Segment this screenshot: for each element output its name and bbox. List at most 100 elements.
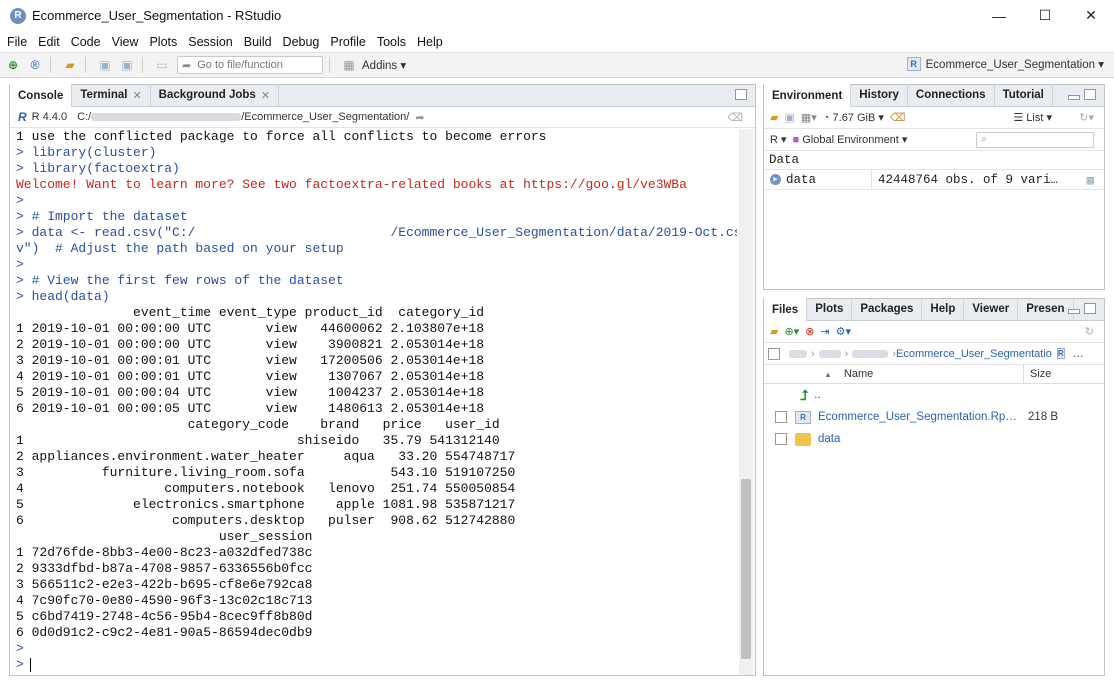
menu-build[interactable]: Build xyxy=(240,35,276,49)
addins-menu[interactable]: Addins ▾ xyxy=(362,58,406,72)
tab-console[interactable]: Console xyxy=(10,84,73,107)
file-size: 218 B xyxy=(1028,411,1059,423)
clear-objects-icon[interactable]: ⌫ xyxy=(890,111,906,124)
console-line: 5 electronics.smartphone apple 1081.98 5… xyxy=(16,497,516,512)
maximize-button[interactable]: ☐ xyxy=(1022,0,1068,31)
path-suffix: /Ecommerce_User_Segmentation/ xyxy=(241,111,410,123)
files-pane: Files Plots Packages Help Viewer Presen … xyxy=(763,298,1105,676)
select-all-checkbox[interactable] xyxy=(768,347,780,360)
env-var-name: data xyxy=(786,172,817,187)
working-directory[interactable]: C:/ /Ecommerce_User_Segmentation/ xyxy=(77,111,409,123)
goto-file-input[interactable]: ➦ Go to file/function xyxy=(177,56,323,74)
menu-debug[interactable]: Debug xyxy=(279,35,324,49)
save-icon[interactable]: ▣ xyxy=(96,56,114,74)
menu-plots[interactable]: Plots xyxy=(145,35,181,49)
restore-pane-icon[interactable] xyxy=(735,89,747,100)
load-workspace-icon[interactable]: ▰ xyxy=(770,111,778,124)
more-icon[interactable]: … xyxy=(1073,348,1084,360)
close-button[interactable]: ✕ xyxy=(1068,0,1114,31)
parent-directory-row[interactable]: ⮥ .. xyxy=(764,384,1104,406)
new-file-icon[interactable]: ⊕ xyxy=(4,56,22,74)
console-line: 1 shiseido 35.79 541312140 xyxy=(16,433,500,448)
console-line: Welcome! Want to learn more? See two fac… xyxy=(16,177,687,192)
tab-files[interactable]: Files xyxy=(764,298,808,321)
files-tabbar: Files Plots Packages Help Viewer Presen xyxy=(764,298,1104,321)
save-all-icon[interactable]: ▣ xyxy=(118,56,136,74)
folder-name[interactable]: data xyxy=(818,433,840,445)
file-checkbox[interactable] xyxy=(775,411,787,423)
list-view-menu[interactable]: ☰ List ▾ xyxy=(1013,111,1052,124)
breadcrumb-current[interactable]: Ecommerce_User_Segmentatio xyxy=(896,348,1052,360)
refresh-icon[interactable]: ↻ xyxy=(1085,325,1094,338)
maximize-pane-icon[interactable] xyxy=(1084,303,1096,314)
memory-pie-icon: ◔ xyxy=(822,112,830,124)
open-folder-icon[interactable]: ▰ xyxy=(61,56,79,74)
rename-icon[interactable]: ⇥ xyxy=(820,325,829,338)
maximize-pane-icon[interactable] xyxy=(1084,89,1096,100)
menu-file[interactable]: File xyxy=(3,35,31,49)
new-blank-file-icon[interactable]: ⊕▾ xyxy=(784,325,799,338)
redacted-crumb xyxy=(818,349,841,358)
folder-row[interactable]: data xyxy=(764,428,1104,450)
project-menu[interactable]: R Ecommerce_User_Segmentation ▾ xyxy=(906,57,1104,71)
menu-profile[interactable]: Profile xyxy=(326,35,369,49)
grid-layout-icon[interactable]: ▦ xyxy=(340,56,358,74)
menu-view[interactable]: View xyxy=(108,35,143,49)
clear-console-icon[interactable]: ⌫ xyxy=(727,111,743,124)
file-name[interactable]: Ecommerce_User_Segmentation.Rp… xyxy=(818,411,1017,423)
column-name[interactable]: Name xyxy=(844,368,873,380)
print-icon[interactable]: ▭ xyxy=(153,56,171,74)
import-dataset-icon[interactable]: ▦▾ xyxy=(801,111,817,124)
language-label: R xyxy=(770,134,778,146)
menu-tools[interactable]: Tools xyxy=(373,35,410,49)
expand-icon[interactable]: ▶ xyxy=(770,174,781,185)
tab-plots[interactable]: Plots xyxy=(807,298,853,320)
env-row-data[interactable]: ▶ data 42448764 obs. of 9 vari… ▦ xyxy=(764,169,1104,190)
scrollbar-thumb[interactable] xyxy=(741,479,751,659)
tab-help[interactable]: Help xyxy=(922,298,965,320)
console-line: > library(cluster) xyxy=(16,145,157,160)
refresh-icon[interactable]: ↻▾ xyxy=(1079,111,1094,124)
tab-presentation[interactable]: Presen xyxy=(1018,298,1074,320)
tab-background-jobs[interactable]: Background Jobs ✕ xyxy=(151,84,280,106)
file-checkbox[interactable] xyxy=(775,433,787,445)
tab-packages[interactable]: Packages xyxy=(852,298,923,320)
view-table-icon[interactable]: ▦ xyxy=(1086,172,1094,188)
menu-edit[interactable]: Edit xyxy=(34,35,64,49)
console-line: event_time event_type product_id categor… xyxy=(16,305,485,320)
save-workspace-icon[interactable]: ▣ xyxy=(784,111,794,124)
memory-usage[interactable]: ◔ 7.67 GiB ▾ xyxy=(823,111,884,124)
minimize-pane-icon[interactable] xyxy=(1068,95,1080,100)
r-logo-icon: R xyxy=(18,110,27,124)
file-row[interactable]: R Ecommerce_User_Segmentation.Rp… 218 B xyxy=(764,406,1104,428)
console-scrollbar[interactable] xyxy=(739,129,753,675)
close-tab-icon[interactable]: ✕ xyxy=(261,89,270,102)
column-size[interactable]: Size xyxy=(1023,364,1051,384)
tab-viewer[interactable]: Viewer xyxy=(964,298,1019,320)
new-project-icon[interactable]: ® xyxy=(26,56,44,74)
delete-icon[interactable]: ⊗ xyxy=(805,325,814,338)
tab-terminal[interactable]: Terminal ✕ xyxy=(72,84,151,106)
menu-code[interactable]: Code xyxy=(67,35,105,49)
tab-environment[interactable]: Environment xyxy=(764,84,852,107)
tab-history[interactable]: History xyxy=(851,84,908,106)
goto-directory-icon[interactable]: ➦ xyxy=(415,111,424,124)
minimize-pane-icon[interactable] xyxy=(1068,309,1080,314)
environment-search-input[interactable]: ⌕ xyxy=(976,131,1094,148)
minimize-button[interactable]: — xyxy=(976,0,1022,31)
files-breadcrumb: › › › Ecommerce_User_Segmentatio R … xyxy=(764,343,1104,365)
language-select[interactable]: R ▾ xyxy=(770,133,787,146)
new-folder-icon[interactable]: ▰ xyxy=(770,325,778,338)
console-output[interactable]: 1 use the conflicted package to force al… xyxy=(10,129,737,675)
sort-arrow-icon[interactable]: ▲ xyxy=(824,370,832,379)
menu-help[interactable]: Help xyxy=(413,35,447,49)
console-line: 4 2019-10-01 00:00:01 UTC view 1307067 2… xyxy=(16,369,485,384)
tab-connections[interactable]: Connections xyxy=(908,84,995,106)
menu-session[interactable]: Session xyxy=(184,35,236,49)
close-tab-icon[interactable]: ✕ xyxy=(132,89,141,102)
tab-tutorial[interactable]: Tutorial xyxy=(995,84,1053,106)
more-settings-icon[interactable]: ⚙▾ xyxy=(836,325,851,338)
scope-select[interactable]: ■ Global Environment ▾ xyxy=(793,133,908,146)
tab-console-label: Console xyxy=(18,89,64,102)
title-bar: R Ecommerce_User_Segmentation - RStudio … xyxy=(0,0,1114,31)
